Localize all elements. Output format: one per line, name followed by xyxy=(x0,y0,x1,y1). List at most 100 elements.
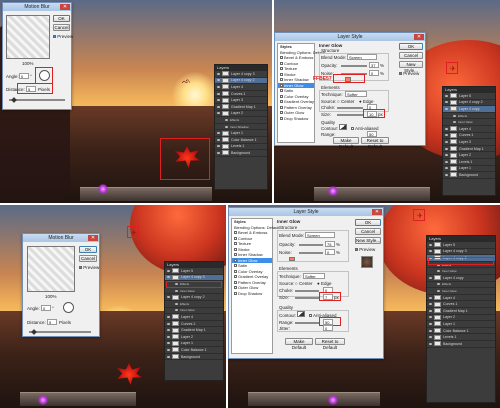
eye-icon[interactable] xyxy=(167,322,170,325)
layer-effect-row[interactable]: Inner Glow xyxy=(427,288,495,295)
preview-checkbox[interactable]: Preview xyxy=(399,71,419,76)
style-checkbox[interactable] xyxy=(280,105,283,109)
eye-icon[interactable] xyxy=(217,132,220,135)
eye-icon[interactable] xyxy=(445,107,448,110)
layer-row[interactable]: Layer 4 copy 3 xyxy=(215,71,267,78)
cancel-button[interactable]: Cancel xyxy=(53,24,70,31)
opacity-slider[interactable] xyxy=(341,65,367,67)
style-checkbox[interactable] xyxy=(234,231,237,235)
cancel-button[interactable]: Cancel xyxy=(399,52,423,59)
source-edge-radio[interactable]: ● Edge xyxy=(317,281,331,286)
noise-input[interactable]: 0 xyxy=(369,70,379,76)
size-slider[interactable] xyxy=(295,297,319,299)
eye-icon[interactable] xyxy=(167,342,170,345)
eye-icon[interactable] xyxy=(445,101,448,104)
choke-slider[interactable] xyxy=(295,290,319,292)
noise-input[interactable]: 0 xyxy=(325,249,335,255)
eye-icon[interactable] xyxy=(217,105,220,108)
style-checkbox[interactable] xyxy=(234,242,237,246)
layer-row[interactable]: Color Balance 1 xyxy=(215,137,267,144)
preview-checkbox[interactable]: Preview xyxy=(79,265,99,270)
distance-slider[interactable] xyxy=(29,331,91,333)
layer-row[interactable]: Layer 3 xyxy=(443,139,495,146)
layer-row[interactable]: Background xyxy=(165,354,223,361)
make-default-button[interactable]: Make Default xyxy=(333,137,359,149)
eye-icon[interactable] xyxy=(437,270,440,273)
noise-slider[interactable] xyxy=(299,252,323,254)
eye-icon[interactable] xyxy=(445,94,448,97)
layer-row[interactable]: Levels 1 xyxy=(443,159,495,166)
eye-icon[interactable] xyxy=(167,296,170,299)
source-center-radio[interactable]: ○ Center xyxy=(295,281,312,286)
contour-picker[interactable] xyxy=(297,311,305,317)
layer-effect-row[interactable]: Effects xyxy=(215,117,267,124)
style-checkbox[interactable] xyxy=(234,264,237,268)
layer-row[interactable]: Background xyxy=(427,341,495,348)
eye-icon[interactable] xyxy=(167,329,170,332)
style-checkbox[interactable] xyxy=(280,78,283,82)
layer-row[interactable]: Layer 4 xyxy=(427,295,495,302)
eye-icon[interactable] xyxy=(429,296,432,299)
layer-row[interactable]: Gradient Map 1 xyxy=(427,308,495,315)
eye-icon[interactable] xyxy=(445,154,448,157)
eye-icon[interactable] xyxy=(167,276,170,279)
eye-icon[interactable] xyxy=(429,276,432,279)
choke-slider[interactable] xyxy=(337,107,363,109)
style-checkbox[interactable] xyxy=(280,72,283,76)
angle-dial[interactable] xyxy=(63,302,74,313)
style-checkbox[interactable] xyxy=(280,67,283,71)
eye-icon[interactable] xyxy=(445,140,448,143)
style-checkbox[interactable] xyxy=(280,61,283,65)
eye-icon[interactable] xyxy=(175,302,178,305)
style-checkbox[interactable] xyxy=(234,291,237,295)
style-checkbox[interactable] xyxy=(280,83,283,87)
layer-row[interactable]: Layer 2 xyxy=(443,152,495,159)
ok-button[interactable]: OK xyxy=(79,246,97,253)
range-slider[interactable] xyxy=(295,322,319,324)
ok-button[interactable]: OK xyxy=(399,43,423,50)
style-checkbox[interactable] xyxy=(234,269,237,273)
layer-row[interactable]: Layer 1 xyxy=(443,165,495,173)
layer-row[interactable]: Layer 1 xyxy=(215,130,267,137)
make-default-button[interactable]: Make Default xyxy=(285,338,313,350)
layer-row[interactable]: Layer 4 xyxy=(443,126,495,133)
eye-icon[interactable] xyxy=(445,134,448,137)
glow-color-swatch[interactable] xyxy=(289,257,295,261)
eye-icon[interactable] xyxy=(429,316,432,319)
eye-icon[interactable] xyxy=(225,125,228,128)
source-center-radio[interactable]: ○ Center xyxy=(337,99,354,104)
cancel-button[interactable]: Cancel xyxy=(79,255,97,262)
ok-button[interactable]: OK xyxy=(53,15,70,22)
eye-icon[interactable] xyxy=(429,243,432,246)
preview-checkbox[interactable]: Preview xyxy=(53,34,73,39)
eye-icon[interactable] xyxy=(437,289,440,292)
layer-effect-row[interactable]: Inner Glow xyxy=(165,288,223,295)
reset-default-button[interactable]: Reset to Default xyxy=(315,338,345,350)
eye-icon[interactable] xyxy=(429,336,432,339)
layer-row[interactable]: Curves 1 xyxy=(165,321,223,328)
layer-effect-row[interactable]: Effects xyxy=(443,113,495,120)
eye-icon[interactable] xyxy=(429,329,432,332)
eye-icon[interactable] xyxy=(453,121,456,124)
eye-icon[interactable] xyxy=(437,283,440,286)
eye-icon[interactable] xyxy=(445,167,448,170)
preview-checkbox[interactable]: Preview xyxy=(355,247,375,252)
layer-effect-row[interactable]: Effects xyxy=(427,282,495,289)
eye-icon[interactable] xyxy=(217,138,220,141)
layer-row[interactable]: Layer 2 xyxy=(215,110,267,118)
eye-icon[interactable] xyxy=(175,309,178,312)
eye-icon[interactable] xyxy=(217,151,220,154)
eye-icon[interactable] xyxy=(445,160,448,163)
eye-icon[interactable] xyxy=(445,173,448,176)
technique-select[interactable]: Softer xyxy=(345,91,367,97)
layer-effect-row[interactable]: Effects xyxy=(165,301,223,308)
layer-row[interactable]: Curves 1 xyxy=(215,91,267,98)
layer-effect-row[interactable]: Inner Glow xyxy=(165,308,223,315)
layer-effect-row[interactable]: Inner Shadow xyxy=(215,124,267,131)
layer-row[interactable]: Curves 1 xyxy=(443,132,495,140)
style-checkbox[interactable] xyxy=(280,89,283,93)
style-list-item[interactable]: Drop Shadow xyxy=(232,291,272,297)
eye-icon[interactable] xyxy=(445,127,448,130)
layer-row[interactable]: Gradient Map 1 xyxy=(215,104,267,111)
eye-icon[interactable] xyxy=(167,335,170,338)
